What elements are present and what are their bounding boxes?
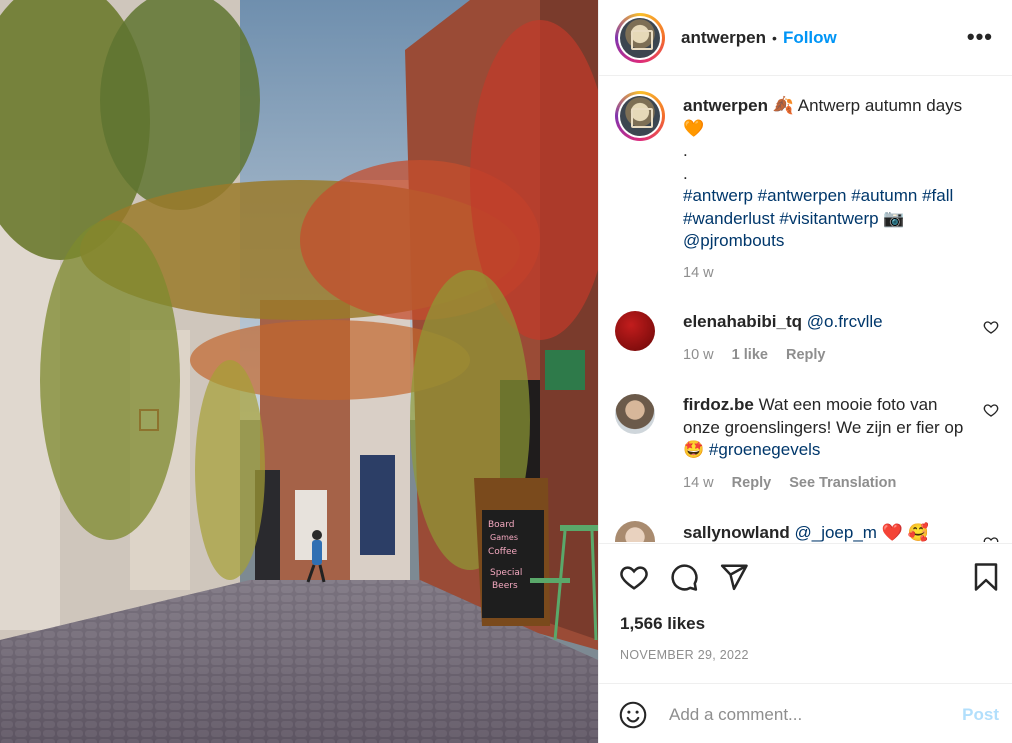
reply-button[interactable]: Reply [732, 475, 772, 491]
comment-username[interactable]: sallynowland [683, 523, 790, 542]
comment-body: firdoz.be Wat een mooie foto van onze gr… [683, 394, 973, 494]
comment-username[interactable]: elenahabibi_tq [683, 312, 802, 331]
caption-meta: 14 w [683, 262, 983, 285]
svg-text:Special: Special [490, 568, 522, 578]
comments-list[interactable]: antwerpen 🍂 Antwerp autumn days 🧡 . . #a… [599, 77, 1012, 542]
comment-emojis: ❤️ 🥰 [881, 523, 929, 542]
svg-text:Coffee: Coffee [488, 547, 518, 557]
caption: antwerpen 🍂 Antwerp autumn days 🧡 . . #a… [615, 91, 999, 291]
comment-item: elenahabibi_tq @o.frcvlle 10 w 1 like Re… [615, 311, 999, 381]
comment-body: sallynowland @_joep_m ❤️ 🥰 [683, 522, 973, 542]
reply-button[interactable]: Reply [786, 347, 826, 363]
post-photo-image: Board Games Coffee Special Beers [0, 0, 598, 743]
svg-text:Games: Games [490, 533, 518, 542]
follow-button[interactable]: Follow [783, 28, 837, 48]
caption-hashtags[interactable]: #antwerp #antwerpen #autumn #fall [683, 186, 953, 205]
author-username[interactable]: antwerpen [681, 28, 766, 48]
svg-text:Beers: Beers [492, 581, 518, 591]
caption-mention[interactable]: @pjrombouts [683, 231, 784, 250]
caption-dot: . [683, 141, 688, 160]
caption-avatar[interactable] [615, 91, 665, 141]
caption-time[interactable]: 14 w [683, 265, 714, 281]
comment-body: elenahabibi_tq @o.frcvlle 10 w 1 like Re… [683, 311, 973, 366]
comment-input[interactable] [669, 702, 939, 728]
caption-body: antwerpen 🍂 Antwerp autumn days 🧡 . . #a… [683, 95, 983, 284]
heart-emoji: 🧡 [683, 118, 705, 138]
author-avatar[interactable] [615, 12, 665, 63]
comment-mention[interactable]: @_joep_m [794, 523, 876, 542]
comment-item: sallynowland @_joep_m ❤️ 🥰 [615, 521, 999, 542]
comment-heart-icon[interactable] [983, 535, 999, 542]
heart-icon[interactable] [619, 562, 649, 592]
post-header: antwerpen • Follow ••• [599, 0, 1012, 76]
svg-text:Board: Board [488, 520, 514, 530]
commenter-avatar[interactable] [615, 311, 655, 351]
comment-likes[interactable]: 1 like [732, 347, 768, 363]
post-actions: 1,566 likes NOVEMBER 29, 2022 [599, 543, 1012, 683]
post-comment-button[interactable]: Post [962, 705, 999, 725]
header-separator: • [772, 29, 777, 46]
post-photo[interactable]: Board Games Coffee Special Beers [0, 0, 598, 743]
caption-dot: . [683, 163, 688, 183]
caption-username[interactable]: antwerpen [683, 96, 768, 115]
bookmark-icon[interactable] [971, 562, 1001, 592]
more-icon[interactable]: ••• [967, 24, 993, 50]
commenter-avatar[interactable] [615, 521, 655, 542]
caption-text: Antwerp autumn days [797, 96, 963, 115]
post-date[interactable]: NOVEMBER 29, 2022 [620, 648, 749, 662]
caption-hashtags[interactable]: #wanderlust #visitantwerp [683, 209, 879, 228]
see-translation-button[interactable]: See Translation [789, 475, 896, 491]
comment-username[interactable]: firdoz.be [683, 395, 754, 414]
commenter-avatar[interactable] [615, 394, 655, 434]
camera-emoji: 📷 [883, 208, 905, 228]
comment-time[interactable]: 10 w [683, 347, 714, 363]
comment-meta: 10 w 1 like Reply [683, 344, 973, 367]
star-eyes-emoji: 🤩 [683, 440, 705, 459]
comment-time[interactable]: 14 w [683, 475, 714, 491]
add-comment-bar: Post [599, 683, 1012, 743]
post-side-panel: antwerpen • Follow ••• antwerpen 🍂 Antwe… [598, 0, 1012, 743]
share-icon[interactable] [719, 562, 749, 592]
comment-heart-icon[interactable] [983, 402, 999, 418]
comment-hashtag[interactable]: #groenegevels [709, 440, 821, 459]
likes-count[interactable]: 1,566 likes [620, 614, 705, 634]
comment-icon[interactable] [669, 562, 699, 592]
comment-heart-icon[interactable] [983, 319, 999, 335]
comment-mention[interactable]: @o.frcvlle [807, 312, 883, 331]
comment-item: firdoz.be Wat een mooie foto van onze gr… [615, 394, 999, 504]
comment-meta: 14 w Reply See Translation [683, 472, 973, 495]
emoji-icon[interactable] [619, 701, 647, 729]
leaf-emoji: 🍂 [772, 96, 794, 115]
